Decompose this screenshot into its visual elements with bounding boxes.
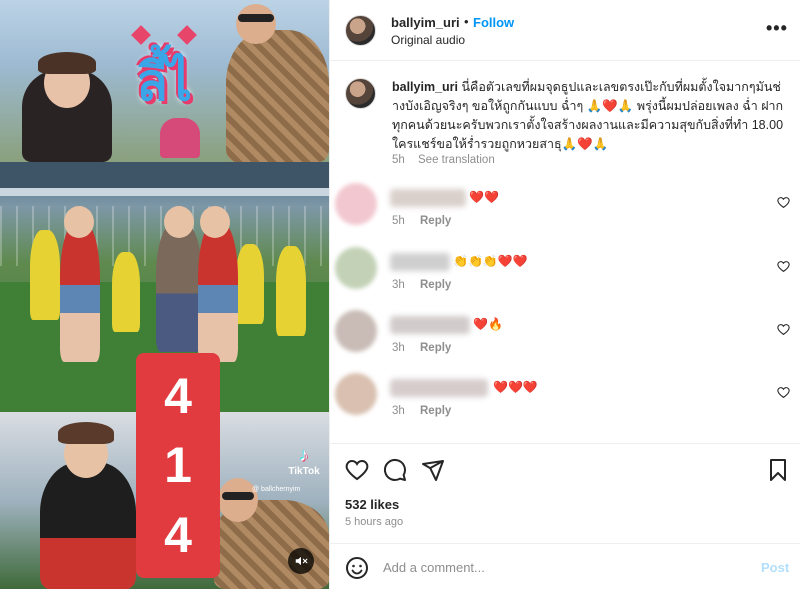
dancer-left bbox=[60, 222, 100, 362]
comment-time: 5h bbox=[392, 215, 405, 227]
heart-icon[interactable] bbox=[777, 323, 790, 336]
comment-time: 3h bbox=[392, 342, 405, 354]
reply-button[interactable]: Reply bbox=[420, 342, 451, 354]
commenter-avatar[interactable] bbox=[335, 183, 377, 225]
dancer-right bbox=[198, 222, 238, 362]
avatar[interactable] bbox=[345, 15, 376, 46]
share-send-icon[interactable] bbox=[421, 458, 445, 482]
tiktok-watermark: ♪ TikTok bbox=[280, 445, 328, 477]
tiktok-brand: TikTok bbox=[288, 466, 320, 477]
post-media[interactable]: ลี้ไ 4 1 4 ♪ TikTok @ ballchernyim bbox=[0, 0, 329, 589]
caption-meta: 5h See translation bbox=[392, 154, 495, 166]
comment-text: 👏👏👏❤️❤️ bbox=[453, 254, 528, 268]
song-logo-text: ลี้ไ bbox=[135, 52, 192, 113]
emoji-smiley-icon[interactable] bbox=[345, 556, 369, 580]
commenter-avatar[interactable] bbox=[335, 373, 377, 415]
post-timestamp: 5 hours ago bbox=[345, 516, 404, 528]
commenter-avatar[interactable] bbox=[335, 310, 377, 352]
like-heart-icon[interactable] bbox=[345, 458, 369, 482]
heart-icon[interactable] bbox=[777, 386, 790, 399]
commenter-name[interactable] bbox=[390, 253, 450, 271]
comment-item: ❤️🔥 3h Reply bbox=[330, 310, 800, 372]
comment-text: ❤️🔥 bbox=[473, 317, 503, 331]
media-frame-top: ลี้ไ bbox=[0, 0, 329, 162]
post-comment-button[interactable]: Post bbox=[761, 560, 789, 575]
commenter-name[interactable] bbox=[390, 189, 466, 207]
author-username[interactable]: ballyim_uri bbox=[391, 15, 460, 30]
commenter-avatar[interactable] bbox=[335, 247, 377, 289]
comment-text: ❤️❤️❤️ bbox=[493, 380, 538, 394]
comment-item: ❤️❤️ 5h Reply bbox=[330, 183, 800, 245]
comment-text: ❤️❤️ bbox=[469, 190, 499, 204]
heart-icon[interactable] bbox=[777, 196, 790, 209]
heart-icon[interactable] bbox=[777, 260, 790, 273]
digit-2: 1 bbox=[164, 437, 192, 494]
reply-button[interactable]: Reply bbox=[420, 215, 451, 227]
mute-button[interactable] bbox=[288, 548, 314, 574]
commenter-name[interactable] bbox=[390, 379, 488, 397]
like-count[interactable]: 532 likes bbox=[345, 497, 399, 512]
comment-meta: 5h Reply bbox=[392, 215, 451, 227]
tiktok-handle: @ ballchernyim bbox=[252, 486, 301, 493]
caption-time: 5h bbox=[392, 154, 405, 166]
follow-button[interactable]: Follow bbox=[473, 15, 514, 30]
tiktok-icon: ♪ bbox=[299, 445, 309, 465]
post-actions: 532 likes 5 hours ago bbox=[330, 443, 800, 543]
post-header: ballyim_uri • Follow Original audio ••• bbox=[330, 0, 800, 61]
more-options-icon[interactable]: ••• bbox=[766, 18, 788, 39]
comment-meta: 3h Reply bbox=[392, 405, 451, 417]
comment-time: 3h bbox=[392, 279, 405, 291]
commenter-name[interactable] bbox=[390, 316, 470, 334]
digit-3: 4 bbox=[164, 507, 192, 564]
post-details-pane: ballyim_uri • Follow Original audio ••• … bbox=[329, 0, 800, 589]
reply-button[interactable]: Reply bbox=[420, 405, 451, 417]
lottery-number-banner: 4 1 4 bbox=[136, 353, 220, 578]
audio-label[interactable]: Original audio bbox=[391, 33, 465, 47]
comment-item: 👏👏👏❤️❤️ 3h Reply bbox=[330, 247, 800, 309]
see-translation-link[interactable]: See translation bbox=[418, 154, 495, 166]
caption-avatar[interactable] bbox=[345, 78, 376, 109]
bookmark-icon[interactable] bbox=[766, 458, 790, 482]
separator-dot: • bbox=[464, 14, 469, 29]
dancer-center bbox=[156, 222, 202, 352]
speaker-muted-icon bbox=[295, 556, 308, 566]
song-logo: ลี้ไ bbox=[104, 20, 222, 113]
comment-meta: 3h Reply bbox=[392, 279, 451, 291]
dancer-woman-bottom bbox=[40, 462, 136, 589]
comment-composer: Post bbox=[330, 543, 800, 589]
comment-bubble-icon[interactable] bbox=[383, 458, 407, 482]
comments-list[interactable]: ballyim_uri นี่คือตัวเลขที่ผมจุดธูปและเล… bbox=[330, 61, 800, 443]
dancer-man-top bbox=[226, 30, 329, 162]
comment-time: 3h bbox=[392, 405, 405, 417]
digit-1: 4 bbox=[164, 367, 192, 424]
reply-button[interactable]: Reply bbox=[420, 279, 451, 291]
comment-item: ❤️❤️❤️ 3h Reply bbox=[330, 373, 800, 435]
comment-input[interactable] bbox=[383, 554, 743, 580]
caption-username[interactable]: ballyim_uri bbox=[392, 80, 458, 94]
comment-meta: 3h Reply bbox=[392, 342, 451, 354]
post-caption: ballyim_uri นี่คือตัวเลขที่ผมจุดธูปและเล… bbox=[392, 78, 784, 154]
